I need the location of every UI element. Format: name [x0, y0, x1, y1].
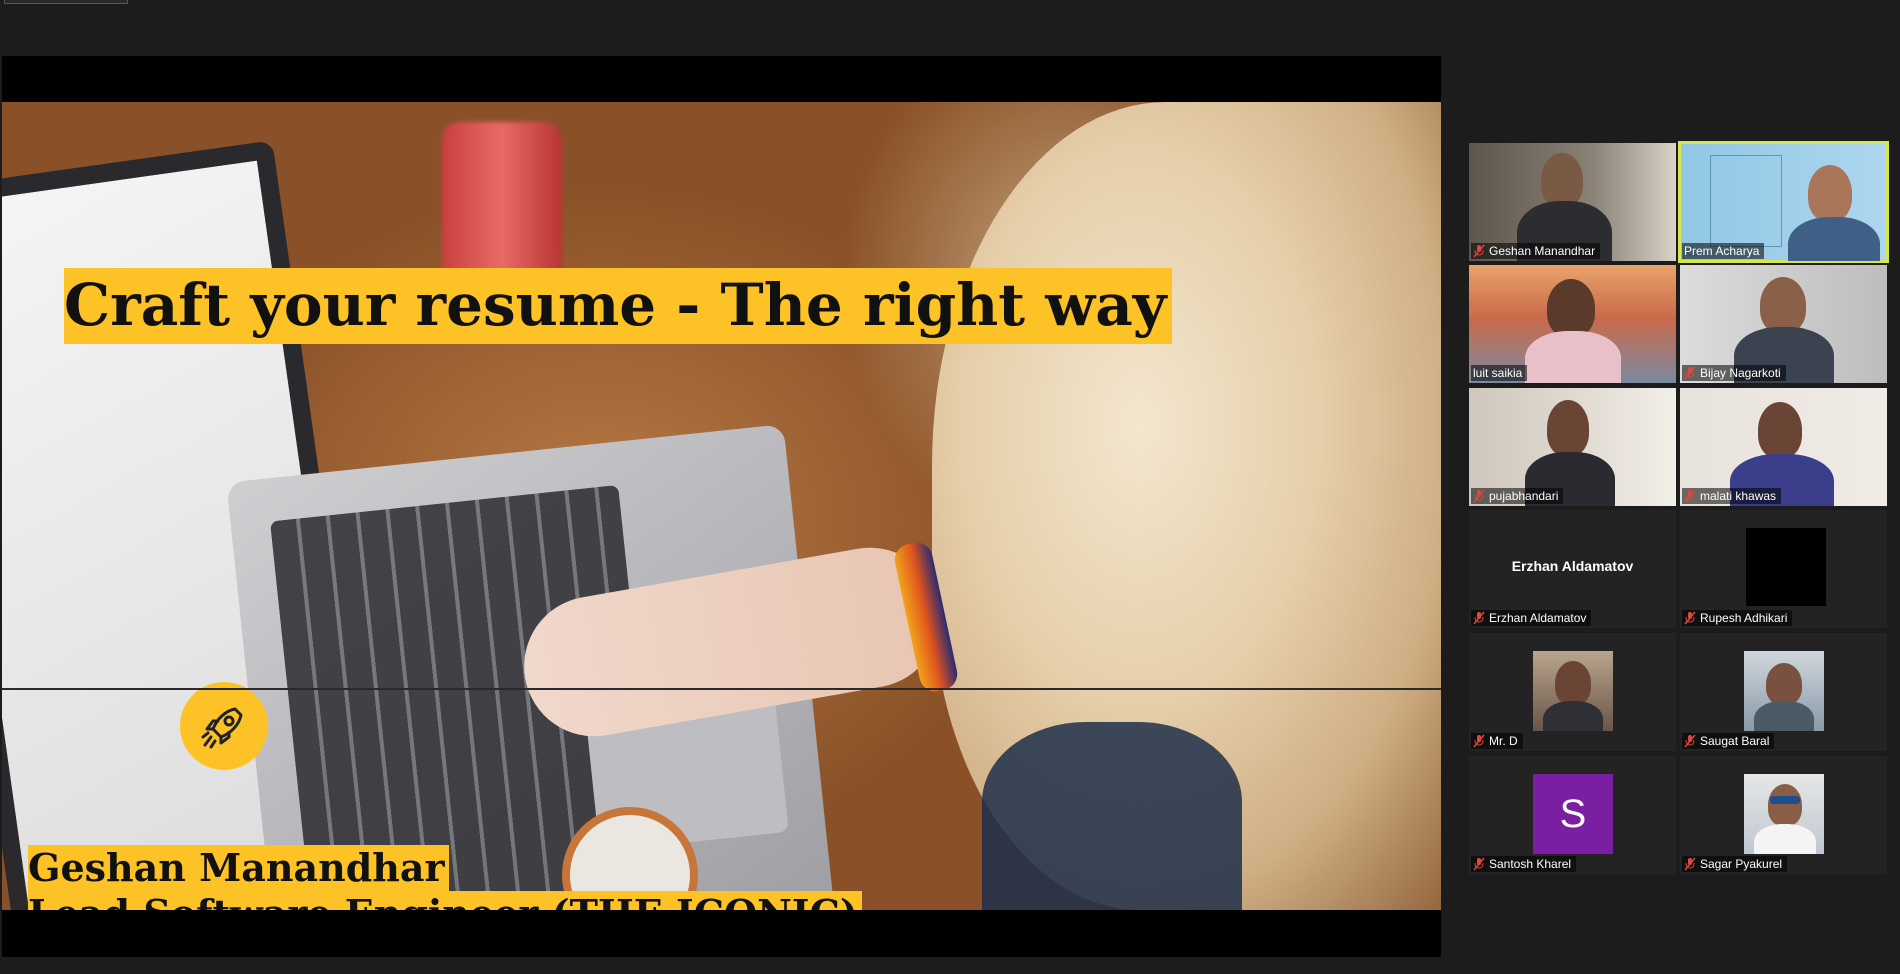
avatar-face	[1768, 784, 1802, 826]
participant-name-label: Erzhan Aldamatov	[1471, 610, 1592, 626]
rocket-badge	[180, 682, 268, 770]
participant-video	[1547, 279, 1595, 337]
participant-avatar	[1533, 651, 1613, 731]
slide-title: Craft your resume - The right way	[64, 271, 1167, 339]
participant-name-label: Sagar Pyakurel	[1682, 856, 1788, 872]
avatar-body	[1754, 824, 1816, 854]
participant-video	[1541, 153, 1583, 207]
mic-muted-icon	[1684, 611, 1696, 625]
participant-name-label: Prem Acharya	[1682, 243, 1765, 259]
participant-name-label: luit saikia	[1471, 365, 1528, 381]
participant-name-label: Santosh Kharel	[1471, 856, 1577, 872]
rocket-icon	[201, 707, 243, 749]
mic-muted-icon	[1684, 489, 1696, 503]
window-tab	[4, 0, 128, 4]
participant-center-name: Erzhan Aldamatov	[1511, 558, 1634, 574]
whiteboard-drawing	[1710, 155, 1782, 247]
participant-name: Erzhan Aldamatov	[1489, 611, 1587, 625]
participant-video	[1760, 277, 1806, 333]
participant-name-label: pujabhandari	[1471, 488, 1564, 504]
mic-muted-icon	[1473, 734, 1485, 748]
presenter-role: Lead Software Engineer (THE ICONIC)	[28, 891, 862, 910]
avatar-face	[1766, 663, 1802, 705]
participant-name-label: malati khawas	[1682, 488, 1782, 504]
participant-name: pujabhandari	[1489, 489, 1559, 503]
avatar-face	[1555, 661, 1591, 705]
participant-name: luit saikia	[1473, 366, 1523, 380]
mic-muted-icon	[1473, 611, 1485, 625]
mic-muted-icon	[1473, 244, 1485, 258]
participant-name: Mr. D	[1489, 734, 1518, 748]
participant-name: Geshan Manandhar	[1489, 244, 1596, 258]
participant-tile-active-speaker[interactable]: Prem Acharya	[1678, 141, 1889, 263]
participant-video-body	[1525, 331, 1621, 383]
avatar-body	[1754, 701, 1814, 731]
participant-name: Prem Acharya	[1684, 244, 1760, 258]
participant-tile[interactable]: Geshan Manandhar	[1469, 143, 1676, 261]
mic-muted-icon	[1684, 734, 1696, 748]
participant-tile[interactable]: Bijay Nagarkoti	[1680, 265, 1887, 383]
mic-muted-icon	[1473, 857, 1485, 871]
participant-tile[interactable]: Sagar Pyakurel	[1680, 756, 1887, 874]
participant-avatar	[1744, 651, 1824, 731]
shared-screen: Craft your resume - The right way Geshan…	[2, 56, 1441, 957]
participant-video	[1808, 165, 1852, 221]
participant-tile[interactable]: malati khawas	[1680, 388, 1887, 506]
participant-tile[interactable]: Saugat Baral	[1680, 633, 1887, 751]
participant-tile[interactable]: luit saikia	[1469, 265, 1676, 383]
participant-avatar	[1746, 528, 1826, 606]
mic-muted-icon	[1684, 366, 1696, 380]
participant-letter-avatar: S	[1533, 774, 1613, 854]
participant-tile[interactable]: Rupesh Adhikari	[1680, 510, 1887, 628]
participant-tile[interactable]: Erzhan Aldamatov Erzhan Aldamatov	[1469, 510, 1676, 628]
participant-tile[interactable]: Mr. D	[1469, 633, 1676, 751]
participant-video	[1758, 402, 1802, 458]
presenter-name: Geshan Manandhar	[28, 845, 449, 891]
participant-name: Saugat Baral	[1700, 734, 1770, 748]
participant-name-label: Rupesh Adhikari	[1682, 610, 1793, 626]
slide-title-box: Craft your resume - The right way	[64, 268, 1173, 344]
participant-name-label: Saugat Baral	[1682, 733, 1775, 749]
participant-name: Rupesh Adhikari	[1700, 611, 1788, 625]
mic-muted-icon	[1473, 489, 1485, 503]
sunglasses	[1770, 796, 1800, 804]
participant-name: Bijay Nagarkoti	[1700, 366, 1781, 380]
participant-name-label: Geshan Manandhar	[1471, 243, 1601, 259]
participant-video	[1547, 400, 1589, 456]
participant-name: Sagar Pyakurel	[1700, 857, 1783, 871]
participant-tile[interactable]: S Santosh Kharel	[1469, 756, 1676, 874]
divider-line	[2, 688, 1441, 690]
presentation-slide: Craft your resume - The right way Geshan…	[2, 102, 1441, 910]
participant-avatar	[1744, 774, 1824, 854]
avatar-body	[1543, 701, 1603, 731]
presenter-caption: Geshan Manandhar Lead Software Engineer …	[28, 845, 862, 910]
sleeve-image	[982, 722, 1242, 910]
participant-name-label: Bijay Nagarkoti	[1682, 365, 1786, 381]
participant-tile[interactable]: pujabhandari	[1469, 388, 1676, 506]
mic-muted-icon	[1684, 857, 1696, 871]
participant-name: malati khawas	[1700, 489, 1777, 503]
participant-name: Santosh Kharel	[1489, 857, 1572, 871]
participant-video-body	[1788, 217, 1880, 261]
participant-name-label: Mr. D	[1471, 733, 1523, 749]
